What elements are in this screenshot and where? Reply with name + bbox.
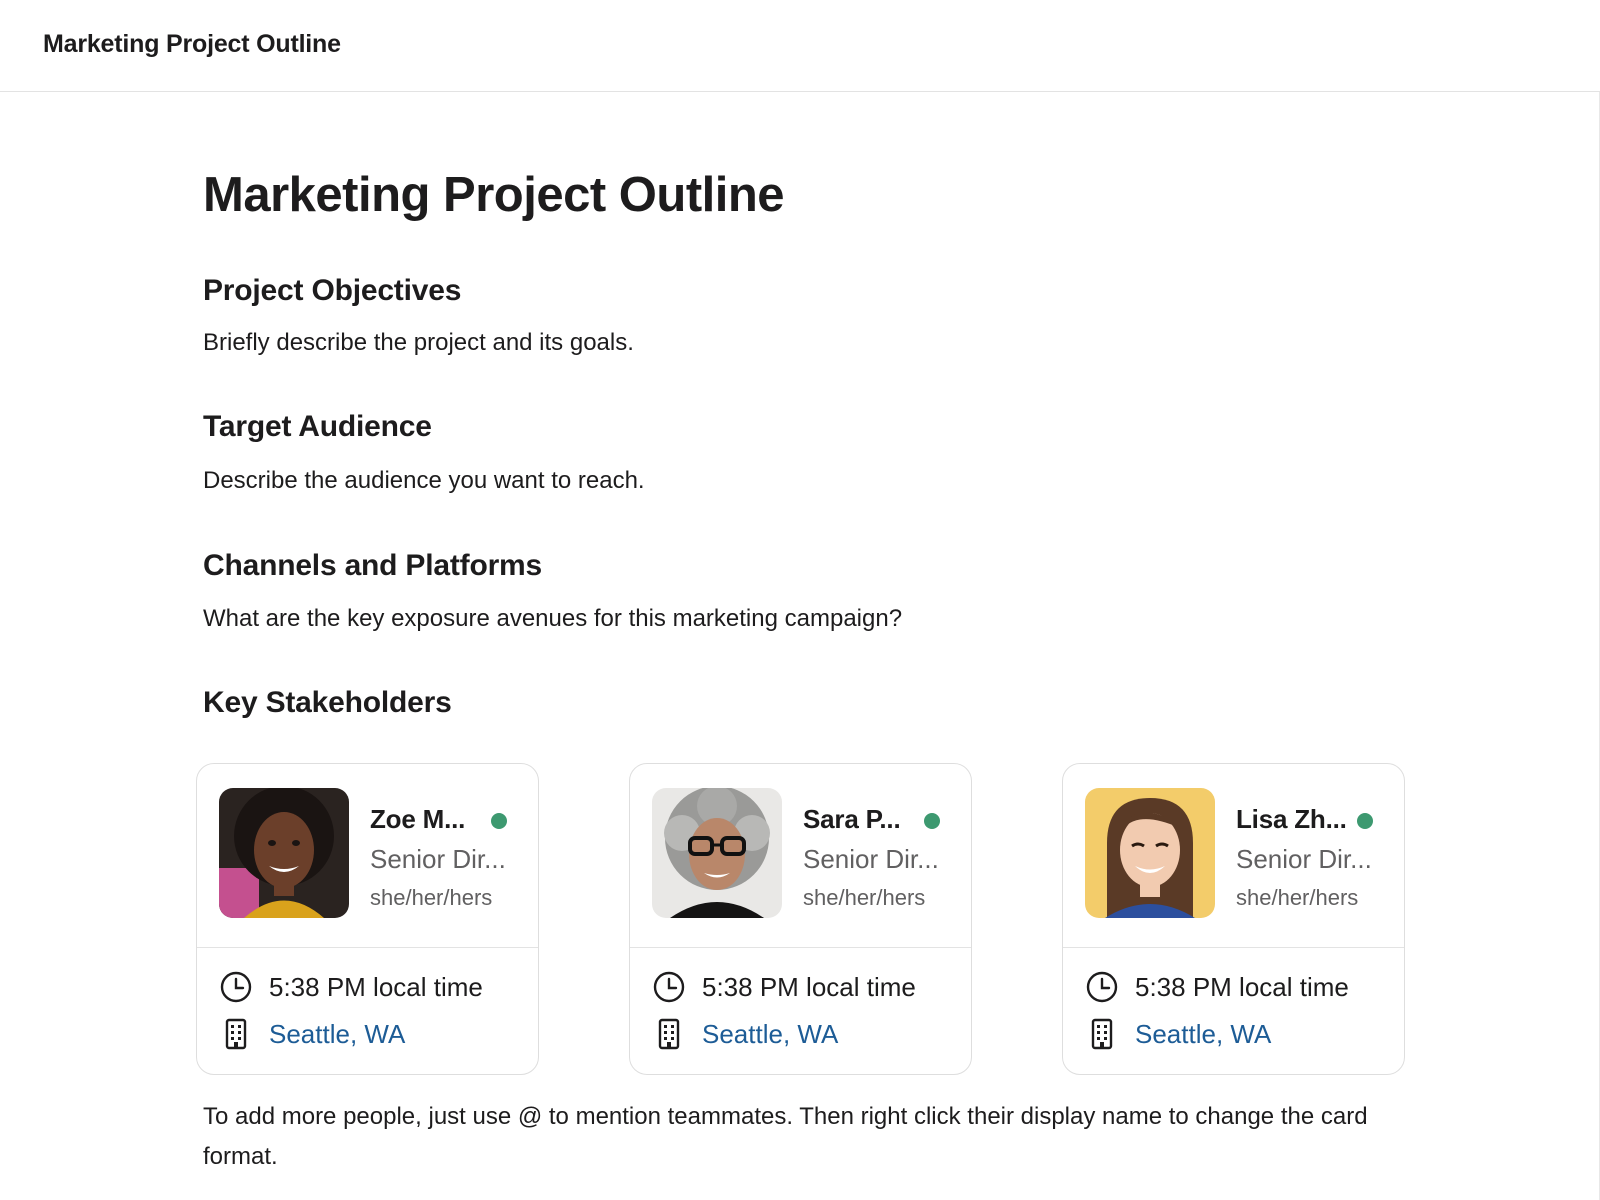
stakeholder-card[interactable]: Zoe M... Senior Dir... she/her/hers 5:38… <box>196 763 539 1075</box>
location-link[interactable]: Seattle, WA <box>269 1019 405 1050</box>
card-profile[interactable]: Sara P... Senior Dir... she/her/hers <box>630 764 971 947</box>
section-heading-target-audience: Target Audience <box>203 410 432 443</box>
location-row: Seattle, WA <box>652 1017 952 1051</box>
person-avatar-icon <box>219 788 349 918</box>
location-link[interactable]: Seattle, WA <box>1135 1019 1271 1050</box>
local-time-row: 5:38 PM local time <box>652 970 952 1004</box>
clock-icon <box>1086 971 1118 1003</box>
divider <box>630 947 971 948</box>
avatar[interactable] <box>1085 788 1215 918</box>
card-profile[interactable]: Lisa Zh... Senior Dir... she/her/hers <box>1063 764 1404 947</box>
page-title: Marketing Project Outline <box>203 168 785 222</box>
stakeholder-pronouns: she/her/hers <box>370 885 493 910</box>
stakeholder-name[interactable]: Sara P... <box>803 804 901 835</box>
clock-icon <box>653 971 685 1003</box>
section-heading-channels-platforms: Channels and Platforms <box>203 549 543 582</box>
location-row: Seattle, WA <box>1085 1017 1385 1051</box>
online-status-icon <box>924 813 940 829</box>
stakeholder-title: Senior Dir... <box>803 844 939 874</box>
stakeholder-cards: Zoe M... Senior Dir... she/her/hers 5:38… <box>196 763 1406 1075</box>
clock-icon <box>220 971 252 1003</box>
stakeholder-card[interactable]: Sara P... Senior Dir... she/her/hers 5:3… <box>629 763 972 1075</box>
card-profile[interactable]: Zoe M... Senior Dir... she/her/hers <box>197 764 538 947</box>
local-time-row: 5:38 PM local time <box>219 970 519 1004</box>
section-heading-key-stakeholders: Key Stakeholders <box>203 686 452 719</box>
stakeholder-title: Senior Dir... <box>1236 844 1372 874</box>
person-avatar-icon <box>652 788 782 918</box>
avatar[interactable] <box>219 788 349 918</box>
divider <box>1063 947 1404 948</box>
online-status-icon <box>491 813 507 829</box>
stakeholder-pronouns: she/her/hers <box>1236 885 1359 910</box>
avatar[interactable] <box>652 788 782 918</box>
footer-note[interactable]: To add more people, just use @ to mentio… <box>203 1097 1403 1177</box>
section-body-target-audience[interactable]: Describe the audience you want to reach. <box>203 467 645 495</box>
local-time-text: 5:38 PM local time <box>702 972 916 1002</box>
stakeholder-title: Senior Dir... <box>370 844 506 874</box>
section-heading-project-objectives: Project Objectives <box>203 274 462 307</box>
section-body-project-objectives[interactable]: Briefly describe the project and its goa… <box>203 329 634 357</box>
building-icon <box>658 1018 680 1050</box>
local-time-text: 5:38 PM local time <box>269 972 483 1002</box>
stakeholder-pronouns: she/her/hers <box>803 885 926 910</box>
building-icon <box>225 1018 247 1050</box>
online-status-icon <box>1357 813 1373 829</box>
local-time-text: 5:38 PM local time <box>1135 972 1349 1002</box>
location-link[interactable]: Seattle, WA <box>702 1019 838 1050</box>
window-title: Marketing Project Outline <box>43 30 341 58</box>
local-time-row: 5:38 PM local time <box>1085 970 1385 1004</box>
stakeholder-name[interactable]: Lisa Zh... <box>1236 804 1347 835</box>
location-row: Seattle, WA <box>219 1017 519 1051</box>
section-body-channels-platforms[interactable]: What are the key exposure avenues for th… <box>203 605 902 633</box>
building-icon <box>1091 1018 1113 1050</box>
person-avatar-icon <box>1085 788 1215 918</box>
top-bar: Marketing Project Outline <box>0 0 1600 92</box>
stakeholder-card[interactable]: Lisa Zh... Senior Dir... she/her/hers 5:… <box>1062 763 1405 1075</box>
divider <box>197 947 538 948</box>
stakeholder-name[interactable]: Zoe M... <box>370 804 465 835</box>
